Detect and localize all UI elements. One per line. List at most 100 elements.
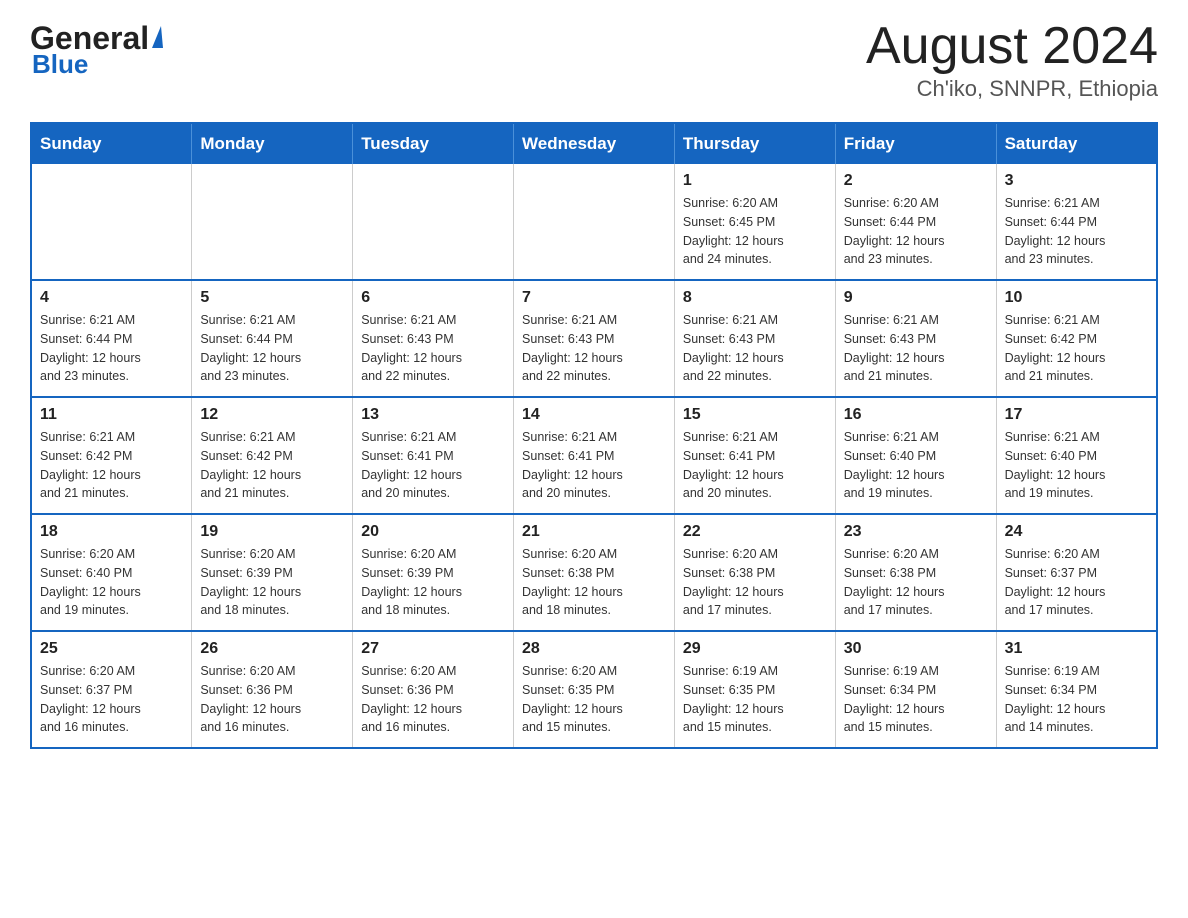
day-number: 26 — [200, 640, 344, 658]
calendar-cell: 26 Sunrise: 6:20 AM Sunset: 6:36 PM Dayli… — [192, 631, 353, 748]
day-info: Sunrise: 6:21 AM Sunset: 6:44 PM Dayligh… — [40, 311, 183, 386]
day-info: Sunrise: 6:21 AM Sunset: 6:40 PM Dayligh… — [1005, 428, 1148, 503]
day-info: Sunrise: 6:21 AM Sunset: 6:42 PM Dayligh… — [40, 428, 183, 503]
day-info: Sunrise: 6:20 AM Sunset: 6:36 PM Dayligh… — [200, 662, 344, 737]
calendar-cell — [192, 164, 353, 280]
calendar-cell — [353, 164, 514, 280]
calendar-cell — [514, 164, 675, 280]
calendar-cell: 21 Sunrise: 6:20 AM Sunset: 6:38 PM Dayli… — [514, 514, 675, 631]
day-info: Sunrise: 6:21 AM Sunset: 6:42 PM Dayligh… — [1005, 311, 1148, 386]
calendar-cell: 12 Sunrise: 6:21 AM Sunset: 6:42 PM Dayli… — [192, 397, 353, 514]
day-number: 6 — [361, 289, 505, 307]
calendar-cell: 14 Sunrise: 6:21 AM Sunset: 6:41 PM Dayli… — [514, 397, 675, 514]
day-info: Sunrise: 6:21 AM Sunset: 6:40 PM Dayligh… — [844, 428, 988, 503]
day-number: 22 — [683, 523, 827, 541]
day-info: Sunrise: 6:19 AM Sunset: 6:35 PM Dayligh… — [683, 662, 827, 737]
calendar-week-2: 4Sunrise: 6:21 AM Sunset: 6:44 PM Daylig… — [31, 280, 1157, 397]
calendar-cell: 27Sunrise: 6:20 AM Sunset: 6:36 PM Dayli… — [353, 631, 514, 748]
day-info: Sunrise: 6:21 AM Sunset: 6:42 PM Dayligh… — [200, 428, 344, 503]
calendar-cell: 30Sunrise: 6:19 AM Sunset: 6:34 PM Dayli… — [835, 631, 996, 748]
day-number: 29 — [683, 640, 827, 658]
location-subtitle: Ch'iko, SNNPR, Ethiopia — [866, 76, 1158, 102]
weekday-header-friday: Friday — [835, 123, 996, 164]
day-number: 11 — [40, 406, 183, 424]
day-info: Sunrise: 6:20 AM Sunset: 6:44 PM Dayligh… — [844, 194, 988, 269]
day-info: Sunrise: 6:20 AM Sunset: 6:37 PM Dayligh… — [40, 662, 183, 737]
page-header: General Blue August 2024 Ch'iko, SNNPR, … — [30, 20, 1158, 102]
day-number: 18 — [40, 523, 183, 541]
calendar-week-1: 1Sunrise: 6:20 AM Sunset: 6:45 PM Daylig… — [31, 164, 1157, 280]
day-info: Sunrise: 6:20 AM Sunset: 6:38 PM Dayligh… — [522, 545, 666, 620]
day-number: 3 — [1005, 172, 1148, 190]
day-info: Sunrise: 6:20 AM Sunset: 6:39 PM Dayligh… — [200, 545, 344, 620]
day-number: 19 — [200, 523, 344, 541]
calendar-cell: 4Sunrise: 6:21 AM Sunset: 6:44 PM Daylig… — [31, 280, 192, 397]
day-info: Sunrise: 6:21 AM Sunset: 6:44 PM Dayligh… — [1005, 194, 1148, 269]
calendar-week-4: 18 Sunrise: 6:20 AM Sunset: 6:40 PM Dayli… — [31, 514, 1157, 631]
day-number: 12 — [200, 406, 344, 424]
calendar-cell: 28 Sunrise: 6:20 AM Sunset: 6:35 PM Dayli… — [514, 631, 675, 748]
day-number: 13 — [361, 406, 505, 424]
day-info: Sunrise: 6:20 AM Sunset: 6:35 PM Dayligh… — [522, 662, 666, 737]
day-info: Sunrise: 6:21 AM Sunset: 6:41 PM Dayligh… — [361, 428, 505, 503]
calendar-cell: 17 Sunrise: 6:21 AM Sunset: 6:40 PM Dayli… — [996, 397, 1157, 514]
month-title: August 2024 — [866, 20, 1158, 72]
logo-blue-text: Blue — [30, 49, 88, 80]
day-info: Sunrise: 6:20 AM Sunset: 6:37 PM Dayligh… — [1005, 545, 1148, 620]
day-number: 31 — [1005, 640, 1148, 658]
calendar-week-5: 25 Sunrise: 6:20 AM Sunset: 6:37 PM Dayli… — [31, 631, 1157, 748]
logo: General Blue — [30, 20, 163, 80]
day-info: Sunrise: 6:21 AM Sunset: 6:41 PM Dayligh… — [683, 428, 827, 503]
day-info: Sunrise: 6:20 AM Sunset: 6:40 PM Dayligh… — [40, 545, 183, 620]
day-number: 7 — [522, 289, 666, 307]
calendar-cell: 15 Sunrise: 6:21 AM Sunset: 6:41 PM Dayli… — [674, 397, 835, 514]
calendar-cell: 8 Sunrise: 6:21 AM Sunset: 6:43 PM Daylig… — [674, 280, 835, 397]
calendar-cell: 31 Sunrise: 6:19 AM Sunset: 6:34 PM Dayli… — [996, 631, 1157, 748]
calendar-cell: 29 Sunrise: 6:19 AM Sunset: 6:35 PM Dayli… — [674, 631, 835, 748]
calendar-cell: 23Sunrise: 6:20 AM Sunset: 6:38 PM Dayli… — [835, 514, 996, 631]
weekday-header-thursday: Thursday — [674, 123, 835, 164]
calendar-week-3: 11 Sunrise: 6:21 AM Sunset: 6:42 PM Dayli… — [31, 397, 1157, 514]
calendar-header-row: SundayMondayTuesdayWednesdayThursdayFrid… — [31, 123, 1157, 164]
day-number: 24 — [1005, 523, 1148, 541]
calendar-cell: 18 Sunrise: 6:20 AM Sunset: 6:40 PM Dayli… — [31, 514, 192, 631]
day-number: 17 — [1005, 406, 1148, 424]
weekday-header-sunday: Sunday — [31, 123, 192, 164]
day-info: Sunrise: 6:21 AM Sunset: 6:44 PM Dayligh… — [200, 311, 344, 386]
calendar-cell: 16Sunrise: 6:21 AM Sunset: 6:40 PM Dayli… — [835, 397, 996, 514]
day-number: 15 — [683, 406, 827, 424]
calendar-cell: 19 Sunrise: 6:20 AM Sunset: 6:39 PM Dayli… — [192, 514, 353, 631]
calendar-cell: 9 Sunrise: 6:21 AM Sunset: 6:43 PM Daylig… — [835, 280, 996, 397]
day-number: 21 — [522, 523, 666, 541]
calendar-cell: 1Sunrise: 6:20 AM Sunset: 6:45 PM Daylig… — [674, 164, 835, 280]
day-info: Sunrise: 6:19 AM Sunset: 6:34 PM Dayligh… — [1005, 662, 1148, 737]
day-info: Sunrise: 6:20 AM Sunset: 6:45 PM Dayligh… — [683, 194, 827, 269]
day-number: 14 — [522, 406, 666, 424]
calendar-cell: 11 Sunrise: 6:21 AM Sunset: 6:42 PM Dayli… — [31, 397, 192, 514]
calendar-cell: 13 Sunrise: 6:21 AM Sunset: 6:41 PM Dayli… — [353, 397, 514, 514]
day-number: 28 — [522, 640, 666, 658]
weekday-header-wednesday: Wednesday — [514, 123, 675, 164]
calendar-cell: 6 Sunrise: 6:21 AM Sunset: 6:43 PM Daylig… — [353, 280, 514, 397]
day-info: Sunrise: 6:21 AM Sunset: 6:43 PM Dayligh… — [844, 311, 988, 386]
calendar-cell — [31, 164, 192, 280]
day-info: Sunrise: 6:21 AM Sunset: 6:41 PM Dayligh… — [522, 428, 666, 503]
day-info: Sunrise: 6:19 AM Sunset: 6:34 PM Dayligh… — [844, 662, 988, 737]
weekday-header-saturday: Saturday — [996, 123, 1157, 164]
day-info: Sunrise: 6:20 AM Sunset: 6:38 PM Dayligh… — [844, 545, 988, 620]
day-number: 9 — [844, 289, 988, 307]
weekday-header-monday: Monday — [192, 123, 353, 164]
logo-triangle-icon — [152, 26, 163, 48]
day-number: 10 — [1005, 289, 1148, 307]
calendar-cell: 2Sunrise: 6:20 AM Sunset: 6:44 PM Daylig… — [835, 164, 996, 280]
calendar-cell: 25 Sunrise: 6:20 AM Sunset: 6:37 PM Dayli… — [31, 631, 192, 748]
day-number: 25 — [40, 640, 183, 658]
calendar-cell: 5Sunrise: 6:21 AM Sunset: 6:44 PM Daylig… — [192, 280, 353, 397]
calendar-cell: 7Sunrise: 6:21 AM Sunset: 6:43 PM Daylig… — [514, 280, 675, 397]
day-info: Sunrise: 6:20 AM Sunset: 6:38 PM Dayligh… — [683, 545, 827, 620]
day-info: Sunrise: 6:21 AM Sunset: 6:43 PM Dayligh… — [361, 311, 505, 386]
calendar-cell: 20Sunrise: 6:20 AM Sunset: 6:39 PM Dayli… — [353, 514, 514, 631]
title-block: August 2024 Ch'iko, SNNPR, Ethiopia — [866, 20, 1158, 102]
day-info: Sunrise: 6:21 AM Sunset: 6:43 PM Dayligh… — [683, 311, 827, 386]
day-number: 8 — [683, 289, 827, 307]
